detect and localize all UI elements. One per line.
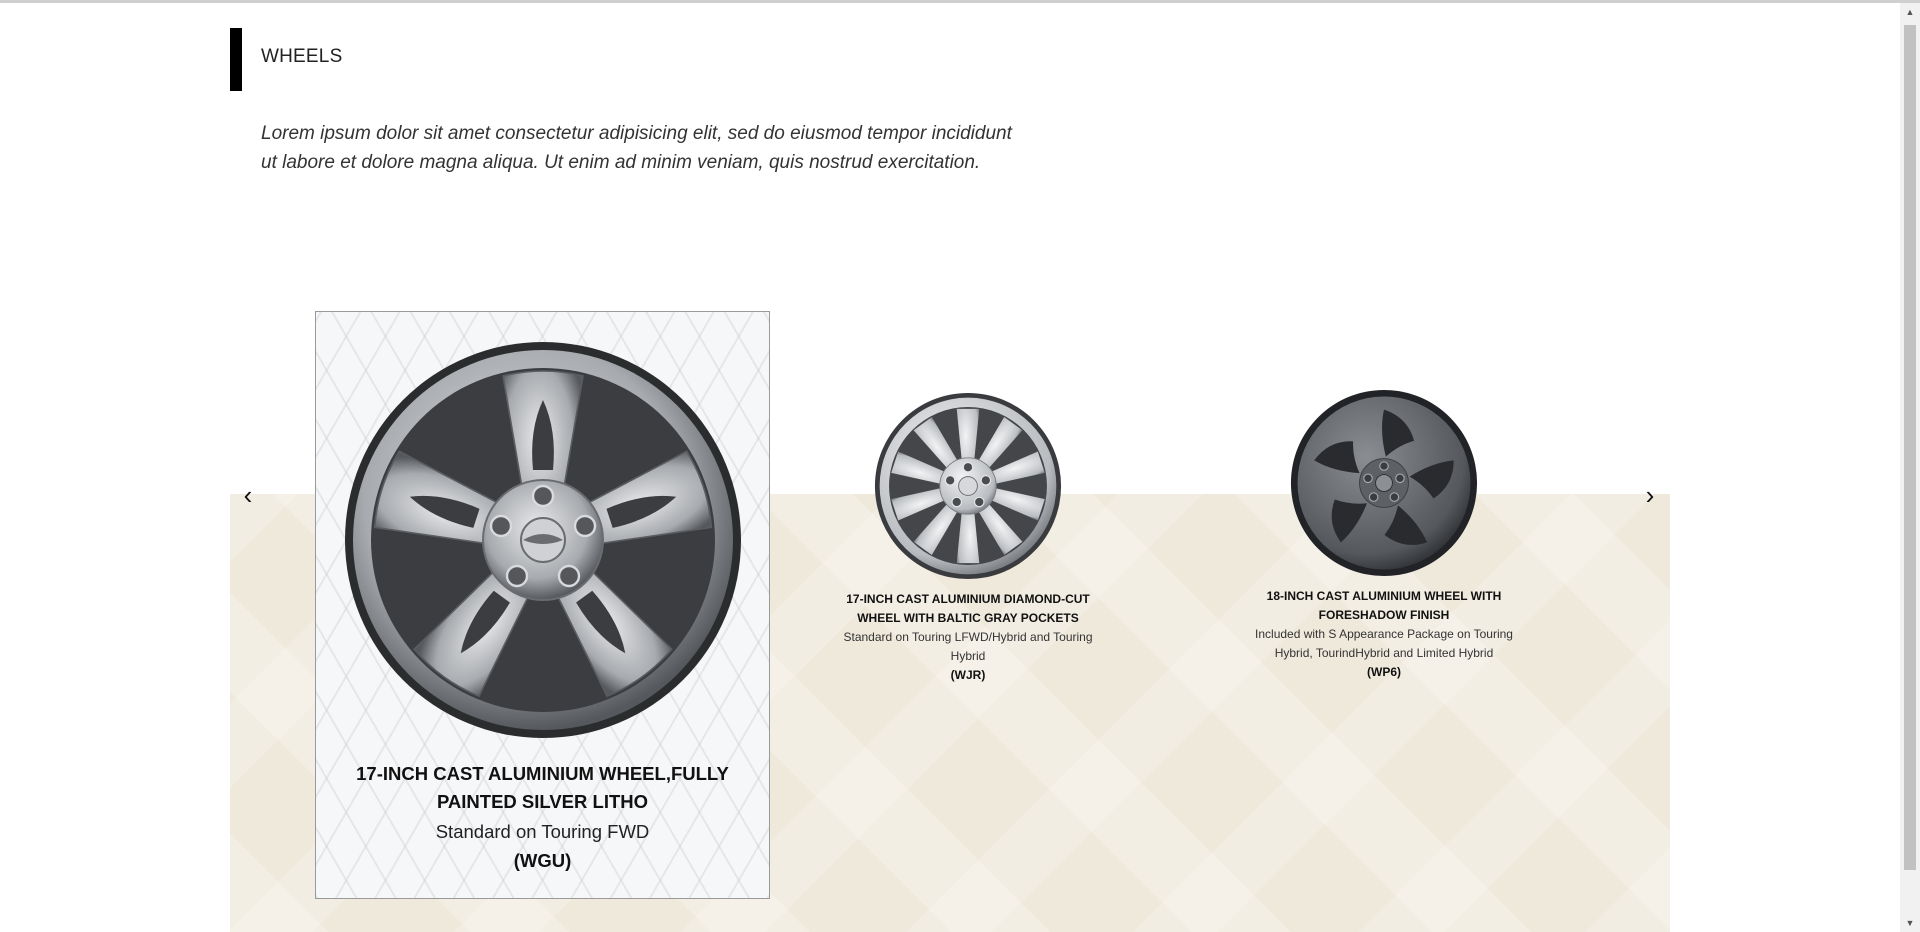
scrollbar-thumb[interactable]	[1904, 25, 1916, 870]
wheel-title: 17-INCH CAST ALUMINIUM DIAMOND-CUT WHEEL…	[846, 592, 1090, 625]
wheel-title: 18-INCH CAST ALUMINIUM WHEEL WITH FORESH…	[1266, 589, 1502, 622]
scroll-down-icon[interactable]: ▼	[1900, 914, 1920, 932]
wheel-description: Standard on Touring LFWD/Hybrid and Tour…	[843, 630, 1093, 663]
section-heading: WHEELS	[261, 46, 343, 67]
wheel-code: (WGU)	[513, 850, 572, 871]
wheel-code: (WJR)	[950, 668, 986, 682]
wheel-title: 17-INCH CAST ALUMINIUM WHEEL,FULLY PAINT…	[356, 763, 729, 812]
scroll-up-icon[interactable]: ▲	[1900, 3, 1920, 21]
heading-accent-bar	[230, 28, 242, 91]
wheel-image-foreshadow	[1290, 389, 1478, 577]
wheel-card[interactable]: 18-INCH CAST ALUMINIUM WHEEL WITH FORESH…	[1249, 389, 1519, 682]
section-intro: Lorem ipsum dolor sit amet consectetur a…	[261, 123, 1012, 173]
wheel-image-silver-litho	[345, 342, 741, 738]
wheel-image-diamond-cut	[874, 392, 1062, 580]
top-border	[0, 0, 1920, 3]
carousel-prev-button[interactable]: ‹	[233, 478, 263, 512]
wheel-card[interactable]: 17-INCH CAST ALUMINIUM DIAMOND-CUT WHEEL…	[833, 392, 1103, 685]
chevron-right-icon: ›	[1645, 480, 1655, 510]
wheel-description: Standard on Touring FWD	[435, 821, 650, 842]
chevron-left-icon: ‹	[243, 480, 253, 510]
carousel-next-button[interactable]: ›	[1635, 478, 1665, 512]
wheel-code: (WP6)	[1367, 665, 1401, 679]
wheel-card-active[interactable]: 17-INCH CAST ALUMINIUM WHEEL,FULLY PAINT…	[315, 311, 770, 899]
page-scrollbar[interactable]: ▲ ▼	[1900, 3, 1920, 932]
wheel-description: Included with S Appearance Package on To…	[1255, 627, 1513, 660]
